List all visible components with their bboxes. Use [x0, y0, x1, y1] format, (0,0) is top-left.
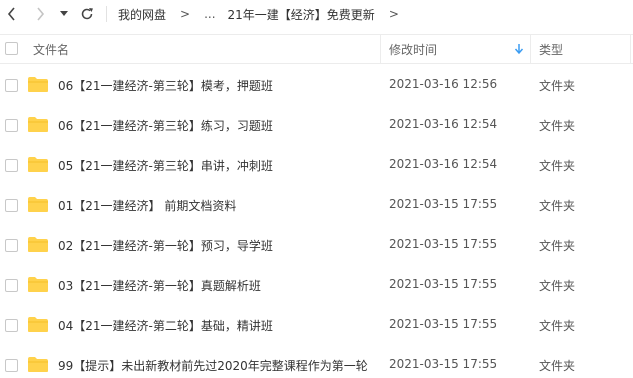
file-type: 文件夹: [539, 119, 576, 133]
file-name[interactable]: 05【21一建经济-第三轮】串讲，冲刺班: [58, 157, 273, 174]
file-type: 文件夹: [539, 279, 576, 293]
file-name[interactable]: 04【21一建经济-第二轮】基础，精讲班: [58, 317, 273, 334]
row-checkbox[interactable]: [5, 119, 18, 132]
table-row[interactable]: 99【提示】未出新教材前先过2020年完整课程作为第一轮 2021-03-15 …: [0, 345, 633, 378]
column-divider[interactable]: [530, 35, 531, 63]
sort-down-arrow-icon[interactable]: [513, 41, 525, 57]
modified-time: 2021-03-16 12:56: [389, 77, 498, 91]
column-header-time[interactable]: 修改时间: [389, 41, 437, 58]
folder-icon: [28, 77, 48, 92]
column-header-name[interactable]: 文件名: [33, 41, 69, 58]
table-row[interactable]: 05【21一建经济-第三轮】串讲，冲刺班 2021-03-16 12:54 文件…: [0, 145, 633, 185]
row-checkbox[interactable]: [5, 279, 18, 292]
breadcrumb-current[interactable]: 21年一建【经济】免费更新: [228, 6, 375, 23]
breadcrumb-ellipsis[interactable]: ...: [204, 7, 215, 21]
breadcrumb: 我的网盘 > ... 21年一建【经济】免费更新 >: [118, 0, 413, 28]
modified-time: 2021-03-16 12:54: [389, 117, 498, 131]
select-all-checkbox[interactable]: [5, 42, 18, 55]
table-row[interactable]: 03【21一建经济-第一轮】真题解析班 2021-03-15 17:55 文件夹: [0, 265, 633, 305]
file-type: 文件夹: [539, 359, 576, 373]
caret-down-icon: [60, 11, 68, 16]
modified-time: 2021-03-15 17:55: [389, 357, 498, 371]
folder-icon: [28, 197, 48, 212]
file-name[interactable]: 02【21一建经济-第一轮】预习，导学班: [58, 237, 273, 254]
breadcrumb-separator: >: [180, 7, 191, 21]
modified-time: 2021-03-15 17:55: [389, 197, 498, 211]
folder-icon: [28, 157, 48, 172]
file-name[interactable]: 06【21一建经济-第三轮】模考，押题班: [58, 77, 273, 94]
refresh-icon: [81, 8, 93, 20]
folder-icon: [28, 237, 48, 252]
file-type: 文件夹: [539, 159, 576, 173]
row-checkbox[interactable]: [5, 239, 18, 252]
folder-icon: [28, 117, 48, 132]
modified-time: 2021-03-15 17:55: [389, 317, 498, 331]
table-row[interactable]: 06【21一建经济-第三轮】练习，习题班 2021-03-16 12:54 文件…: [0, 105, 633, 145]
column-divider[interactable]: [380, 35, 381, 63]
column-header-type[interactable]: 类型: [539, 41, 563, 58]
file-type: 文件夹: [539, 199, 576, 213]
row-checkbox[interactable]: [5, 319, 18, 332]
table-header: 文件名 修改时间 类型: [0, 34, 633, 64]
toolbar: 我的网盘 > ... 21年一建【经济】免费更新 >: [0, 0, 633, 28]
table-row[interactable]: 06【21一建经济-第三轮】模考，押题班 2021-03-16 12:56 文件…: [0, 65, 633, 105]
file-browser: 我的网盘 > ... 21年一建【经济】免费更新 > 文件名 修改时间 类型 0…: [0, 0, 633, 378]
file-type: 文件夹: [539, 239, 576, 253]
table-row[interactable]: 04【21一建经济-第二轮】基础，精讲班 2021-03-15 17:55 文件…: [0, 305, 633, 345]
file-name[interactable]: 03【21一建经济-第一轮】真题解析班: [58, 277, 261, 294]
file-name[interactable]: 01【21一建经济】 前期文档资料: [58, 197, 236, 214]
table-row[interactable]: 01【21一建经济】 前期文档资料 2021-03-15 17:55 文件夹: [0, 185, 633, 225]
table-row[interactable]: 02【21一建经济-第一轮】预习，导学班 2021-03-15 17:55 文件…: [0, 225, 633, 265]
folder-icon: [28, 317, 48, 332]
breadcrumb-root[interactable]: 我的网盘: [118, 6, 166, 23]
breadcrumb-separator: >: [388, 7, 399, 21]
row-checkbox[interactable]: [5, 199, 18, 212]
forward-button[interactable]: [30, 0, 50, 28]
row-checkbox[interactable]: [5, 79, 18, 92]
folder-icon: [28, 277, 48, 292]
file-type: 文件夹: [539, 79, 576, 93]
row-checkbox[interactable]: [5, 359, 18, 372]
modified-time: 2021-03-15 17:55: [389, 277, 498, 291]
back-button[interactable]: [2, 0, 22, 28]
folder-icon: [28, 357, 48, 372]
chevron-right-icon: [37, 7, 45, 21]
row-checkbox[interactable]: [5, 159, 18, 172]
toolbar-divider: [106, 6, 107, 22]
file-name[interactable]: 06【21一建经济-第三轮】练习，习题班: [58, 117, 273, 134]
modified-time: 2021-03-16 12:54: [389, 157, 498, 171]
refresh-button[interactable]: [77, 0, 97, 28]
file-type: 文件夹: [539, 319, 576, 333]
file-name[interactable]: 99【提示】未出新教材前先过2020年完整课程作为第一轮: [58, 357, 368, 374]
chevron-left-icon: [7, 7, 15, 21]
modified-time: 2021-03-15 17:55: [389, 237, 498, 251]
file-list: 06【21一建经济-第三轮】模考，押题班 2021-03-16 12:56 文件…: [0, 65, 633, 378]
history-dropdown-button[interactable]: [57, 0, 71, 28]
column-divider[interactable]: [630, 35, 631, 63]
